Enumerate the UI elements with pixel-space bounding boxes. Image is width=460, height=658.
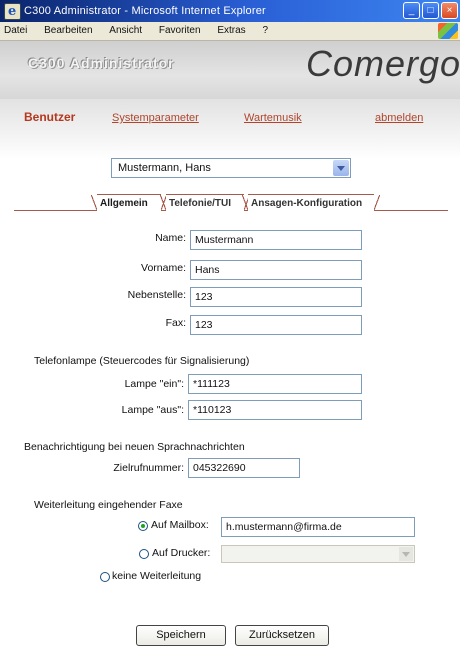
lamp-off-field[interactable]: *110123: [188, 400, 362, 420]
menu-bar: Datei Bearbeiten Ansicht Favoriten Extra…: [0, 22, 460, 41]
menu-favoriten[interactable]: Favoriten: [159, 25, 201, 36]
nav-systemparameter[interactable]: Systemparameter: [112, 112, 199, 124]
user-select-value: Mustermann, Hans: [118, 162, 211, 174]
window-title: C300 Administrator - Microsoft Internet …: [24, 5, 266, 17]
callback-label: Zielrufnummer:: [113, 462, 184, 474]
app-header: C300 Administrator Comergo: [0, 41, 460, 99]
printer-label: Auf Drucker:: [152, 547, 211, 559]
main-nav: Benutzer Systemparameter Wartemusik abme…: [0, 99, 460, 159]
no-forward-label: keine Weiterleitung: [112, 570, 202, 582]
callback-field[interactable]: 045322690: [188, 458, 300, 478]
reset-button[interactable]: Zurücksetzen: [235, 625, 329, 646]
printer-select[interactable]: [221, 545, 415, 563]
menu-bearbeiten[interactable]: Bearbeiten: [44, 25, 92, 36]
menu-extras[interactable]: Extras: [217, 25, 245, 36]
menu-datei[interactable]: Datei: [4, 25, 27, 36]
maximize-icon[interactable]: □: [422, 2, 439, 19]
vorname-label: Vorname:: [141, 262, 186, 274]
close-icon[interactable]: ×: [441, 2, 458, 19]
tab-allgemein[interactable]: Allgemein: [91, 194, 167, 211]
save-button[interactable]: Speichern: [136, 625, 226, 646]
app-title: C300 Administrator: [28, 55, 175, 71]
user-select[interactable]: Mustermann, Hans: [111, 158, 351, 178]
menu-ansicht[interactable]: Ansicht: [109, 25, 142, 36]
fax-field[interactable]: 123: [190, 315, 362, 335]
forward-section-title: Weiterleitung eingehender Faxe: [34, 499, 183, 511]
chevron-down-icon[interactable]: [333, 160, 349, 176]
fax-label: Fax:: [165, 317, 186, 329]
window-controls: _ □ ×: [403, 2, 458, 19]
minimize-icon[interactable]: _: [403, 2, 420, 19]
internet-explorer-icon: [4, 1, 21, 23]
lamp-section-title: Telefonlampe (Steuercodes für Signalisie…: [34, 355, 250, 367]
tab-ansagen-label: Ansagen-Konfiguration: [251, 198, 363, 209]
lamp-on-label: Lampe "ein":: [124, 378, 184, 390]
nav-abmelden[interactable]: abmelden: [375, 112, 423, 124]
notify-section-title: Benachrichtigung bei neuen Sprachnachric…: [24, 441, 245, 453]
lamp-on-field[interactable]: *111123: [188, 374, 362, 394]
vorname-field[interactable]: Hans: [190, 260, 362, 280]
mailbox-field[interactable]: h.mustermann@firma.de: [221, 517, 415, 537]
nebenstelle-field[interactable]: 123: [190, 287, 362, 307]
tab-telefonie[interactable]: Telefonie/TUI: [160, 194, 250, 211]
printer-radio[interactable]: [139, 549, 149, 559]
chevron-down-icon: [399, 547, 413, 561]
tab-ansagen[interactable]: Ansagen-Konfiguration: [242, 194, 380, 211]
no-forward-radio[interactable]: [100, 572, 110, 582]
windows-logo-icon: [438, 23, 458, 39]
nav-benutzer[interactable]: Benutzer: [24, 110, 75, 124]
name-label: Name:: [155, 232, 186, 244]
nav-wartemusik[interactable]: Wartemusik: [244, 112, 302, 124]
tab-bar: Allgemein Telefonie/TUI Ansagen-Konfigur…: [0, 190, 460, 214]
lamp-off-label: Lampe "aus":: [121, 404, 184, 416]
window-title-bar: C300 Administrator - Microsoft Internet …: [0, 0, 460, 23]
menu-help[interactable]: ?: [262, 25, 268, 36]
tab-telefonie-label: Telefonie/TUI: [169, 198, 232, 209]
tab-allgemein-label: Allgemein: [100, 198, 148, 209]
mailbox-radio[interactable]: [138, 521, 148, 531]
name-field[interactable]: Mustermann: [190, 230, 362, 250]
nebenstelle-label: Nebenstelle:: [127, 289, 186, 301]
mailbox-label: Auf Mailbox:: [151, 519, 209, 531]
brand-logo: Comergo: [306, 43, 460, 84]
